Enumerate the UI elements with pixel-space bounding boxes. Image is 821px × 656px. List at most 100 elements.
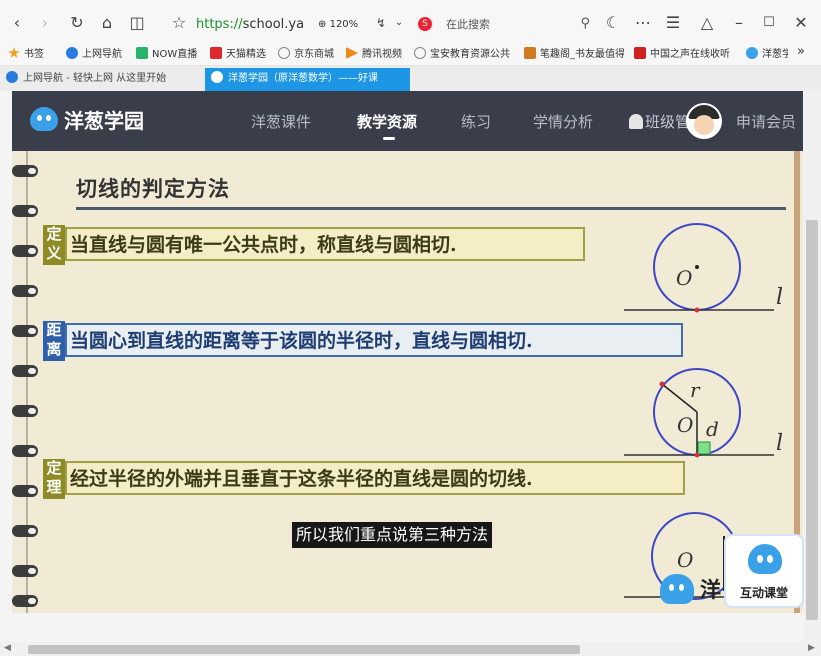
bookmark-item[interactable]: 宝安教育资源公共 — [414, 47, 514, 63]
tab-title: 上网导航 - 轻快上网 从这里开始 — [23, 73, 167, 84]
nav-analytics[interactable]: 学情分析 — [533, 111, 593, 133]
nav-practice[interactable]: 练习 — [461, 111, 491, 133]
vertical-scroll-thumb[interactable] — [806, 220, 818, 620]
book-icon — [524, 47, 536, 59]
onion-logo-icon — [30, 107, 58, 131]
right-angle-mark — [697, 441, 711, 455]
bookmark-label: 上网导航 — [82, 49, 122, 60]
lightning-icon[interactable]: ↯ — [372, 14, 390, 32]
nav-courseware[interactable]: 洋葱课件 — [251, 111, 311, 133]
tangent-point — [694, 307, 700, 313]
center-label-o3: O — [677, 548, 694, 572]
back-icon[interactable]: ‹ — [8, 14, 26, 32]
onion-mascot-icon — [748, 544, 782, 574]
radius-label-r: r — [690, 378, 700, 402]
tab-yangcong[interactable]: 洋葱学园（原洋葱数学）——好课 — [205, 68, 410, 91]
bookmark-label: 宝安教育资源公共 — [430, 49, 510, 60]
search-box[interactable]: S 在此搜索 ⚲ — [414, 14, 594, 36]
shirt-icon[interactable]: △ — [698, 14, 716, 32]
interactive-class-widget[interactable]: 互动课堂 — [724, 534, 804, 608]
video-subtitle: 所以我们重点说第三种方法 — [292, 522, 493, 548]
center-point — [695, 265, 699, 269]
figure-tangent-definition — [624, 223, 774, 313]
horizontal-scroll-thumb[interactable] — [28, 645, 580, 654]
menu-icon[interactable]: ☰ — [664, 14, 682, 32]
tab-strip: 上网导航 - 轻快上网 从这里开始 洋葱学园（原洋葱数学）——好课 ✕ + — [0, 66, 821, 153]
tmall-icon — [210, 47, 222, 59]
video-icon — [346, 47, 358, 59]
active-nav-indicator — [383, 137, 395, 140]
ie-icon — [66, 47, 78, 59]
bookmarks-bar: 书签 上网导航 NOW直播 天猫精选 京东商城 腾讯视频 宝安教育资源公共 笔趣… — [0, 44, 821, 66]
night-mode-icon[interactable]: ☾ — [604, 14, 622, 32]
scroll-right-icon[interactable]: ▶ — [808, 643, 815, 653]
browser-toolbar: ‹ › ↻ ⌂ ◫ ☆ https://school.yar ⊕ 120% ↯ … — [0, 0, 821, 44]
search-icon[interactable]: ⚲ — [580, 16, 590, 31]
onion-icon — [211, 71, 223, 83]
globe-icon — [414, 47, 426, 59]
bookmark-item[interactable]: 笔趣阁_书友最值得 — [524, 47, 624, 63]
radio-icon — [634, 47, 646, 59]
bookmark-label: 洋葱学 — [762, 49, 788, 60]
more-bookmarks-icon[interactable]: » — [797, 44, 805, 60]
more-icon[interactable]: ⋯ — [634, 14, 652, 32]
search-engine-icon: S — [418, 17, 432, 31]
bookmark-item[interactable]: 天猫精选 — [210, 47, 266, 63]
ie-icon — [6, 71, 18, 83]
bookmark-item[interactable]: 腾讯视频 — [346, 47, 402, 63]
tab-title: 洋葱学园（原洋葱数学）——好课 — [228, 73, 378, 84]
url-host: school.yar — [242, 17, 304, 32]
distance-label-d: d — [706, 417, 719, 441]
line-label-l1: l — [776, 285, 784, 310]
radius-end-point — [659, 381, 665, 387]
bell-icon[interactable] — [629, 114, 643, 129]
bookmark-item[interactable]: 京东商城 — [278, 47, 334, 63]
onion-icon — [746, 47, 758, 59]
now-icon — [136, 47, 148, 59]
nav-teaching-resources[interactable]: 教学资源 — [357, 111, 417, 133]
line-label-l2: l — [776, 431, 784, 456]
reload-icon[interactable]: ↻ — [68, 14, 86, 32]
nav-membership[interactable]: 申请会员 — [736, 111, 802, 133]
bookmark-label: NOW直播 — [152, 49, 198, 60]
maximize-icon[interactable]: ☐ — [760, 14, 778, 32]
address-bar[interactable]: https://school.yar — [196, 15, 304, 35]
center-label-o2: O — [677, 413, 694, 437]
bookmark-label: 中国之声在线收听 — [650, 49, 730, 60]
site-header: 洋葱学园 洋葱课件 教学资源 练习 学情分析 班级管理 申请会员 — [12, 91, 803, 151]
home-icon[interactable]: ⌂ — [98, 14, 116, 32]
scroll-left-icon[interactable]: ◀ — [4, 643, 11, 653]
star-icon[interactable]: ☆ — [170, 14, 188, 32]
url-scheme: https:// — [196, 17, 243, 32]
onion-watermark-icon — [660, 574, 694, 604]
bookmark-label: 天猫精选 — [226, 49, 266, 60]
bookmark-item[interactable]: 洋葱学 — [746, 47, 788, 63]
close-icon[interactable]: ✕ — [792, 14, 810, 32]
bookmark-label: 京东商城 — [294, 49, 334, 60]
zoom-icon: ⊕ — [318, 19, 327, 30]
chevron-down-icon[interactable]: ⌄ — [390, 14, 408, 32]
minimize-icon[interactable]: – — [730, 14, 748, 32]
widget-label: 互动课堂 — [739, 586, 788, 600]
bookmark-item[interactable]: 书签 — [8, 47, 44, 63]
bookmark-label: 笔趣阁_书友最值得 — [540, 49, 624, 60]
watermark-text: 洋 — [700, 578, 721, 602]
center-label-o1: O — [676, 266, 693, 290]
bookmark-label: 书签 — [24, 49, 44, 60]
bookmark-item[interactable]: NOW直播 — [136, 47, 197, 63]
bookmark-item[interactable]: 中国之声在线收听 — [634, 47, 734, 63]
avatar[interactable] — [686, 103, 722, 139]
foot-point — [694, 452, 700, 458]
star-icon — [8, 47, 20, 58]
zoom-value: 120% — [329, 19, 359, 30]
site-logo[interactable]: 洋葱学园 — [64, 107, 144, 135]
reader-icon[interactable]: ◫ — [128, 14, 146, 32]
forward-icon[interactable]: › — [36, 14, 54, 32]
globe-icon — [278, 47, 290, 59]
bookmark-item[interactable]: 上网导航 — [66, 47, 122, 63]
tab-nav[interactable]: 上网导航 - 轻快上网 从这里开始 — [0, 68, 204, 91]
search-input[interactable]: 在此搜索 — [446, 14, 490, 36]
lesson-video[interactable]: 切线的判定方法 定义 当直线与圆有唯一公共点时，称直线与圆相切. 距离 当圆心到… — [12, 151, 803, 613]
zoom-level[interactable]: ⊕ 120% — [318, 15, 358, 35]
bookmark-label: 腾讯视频 — [362, 49, 402, 60]
